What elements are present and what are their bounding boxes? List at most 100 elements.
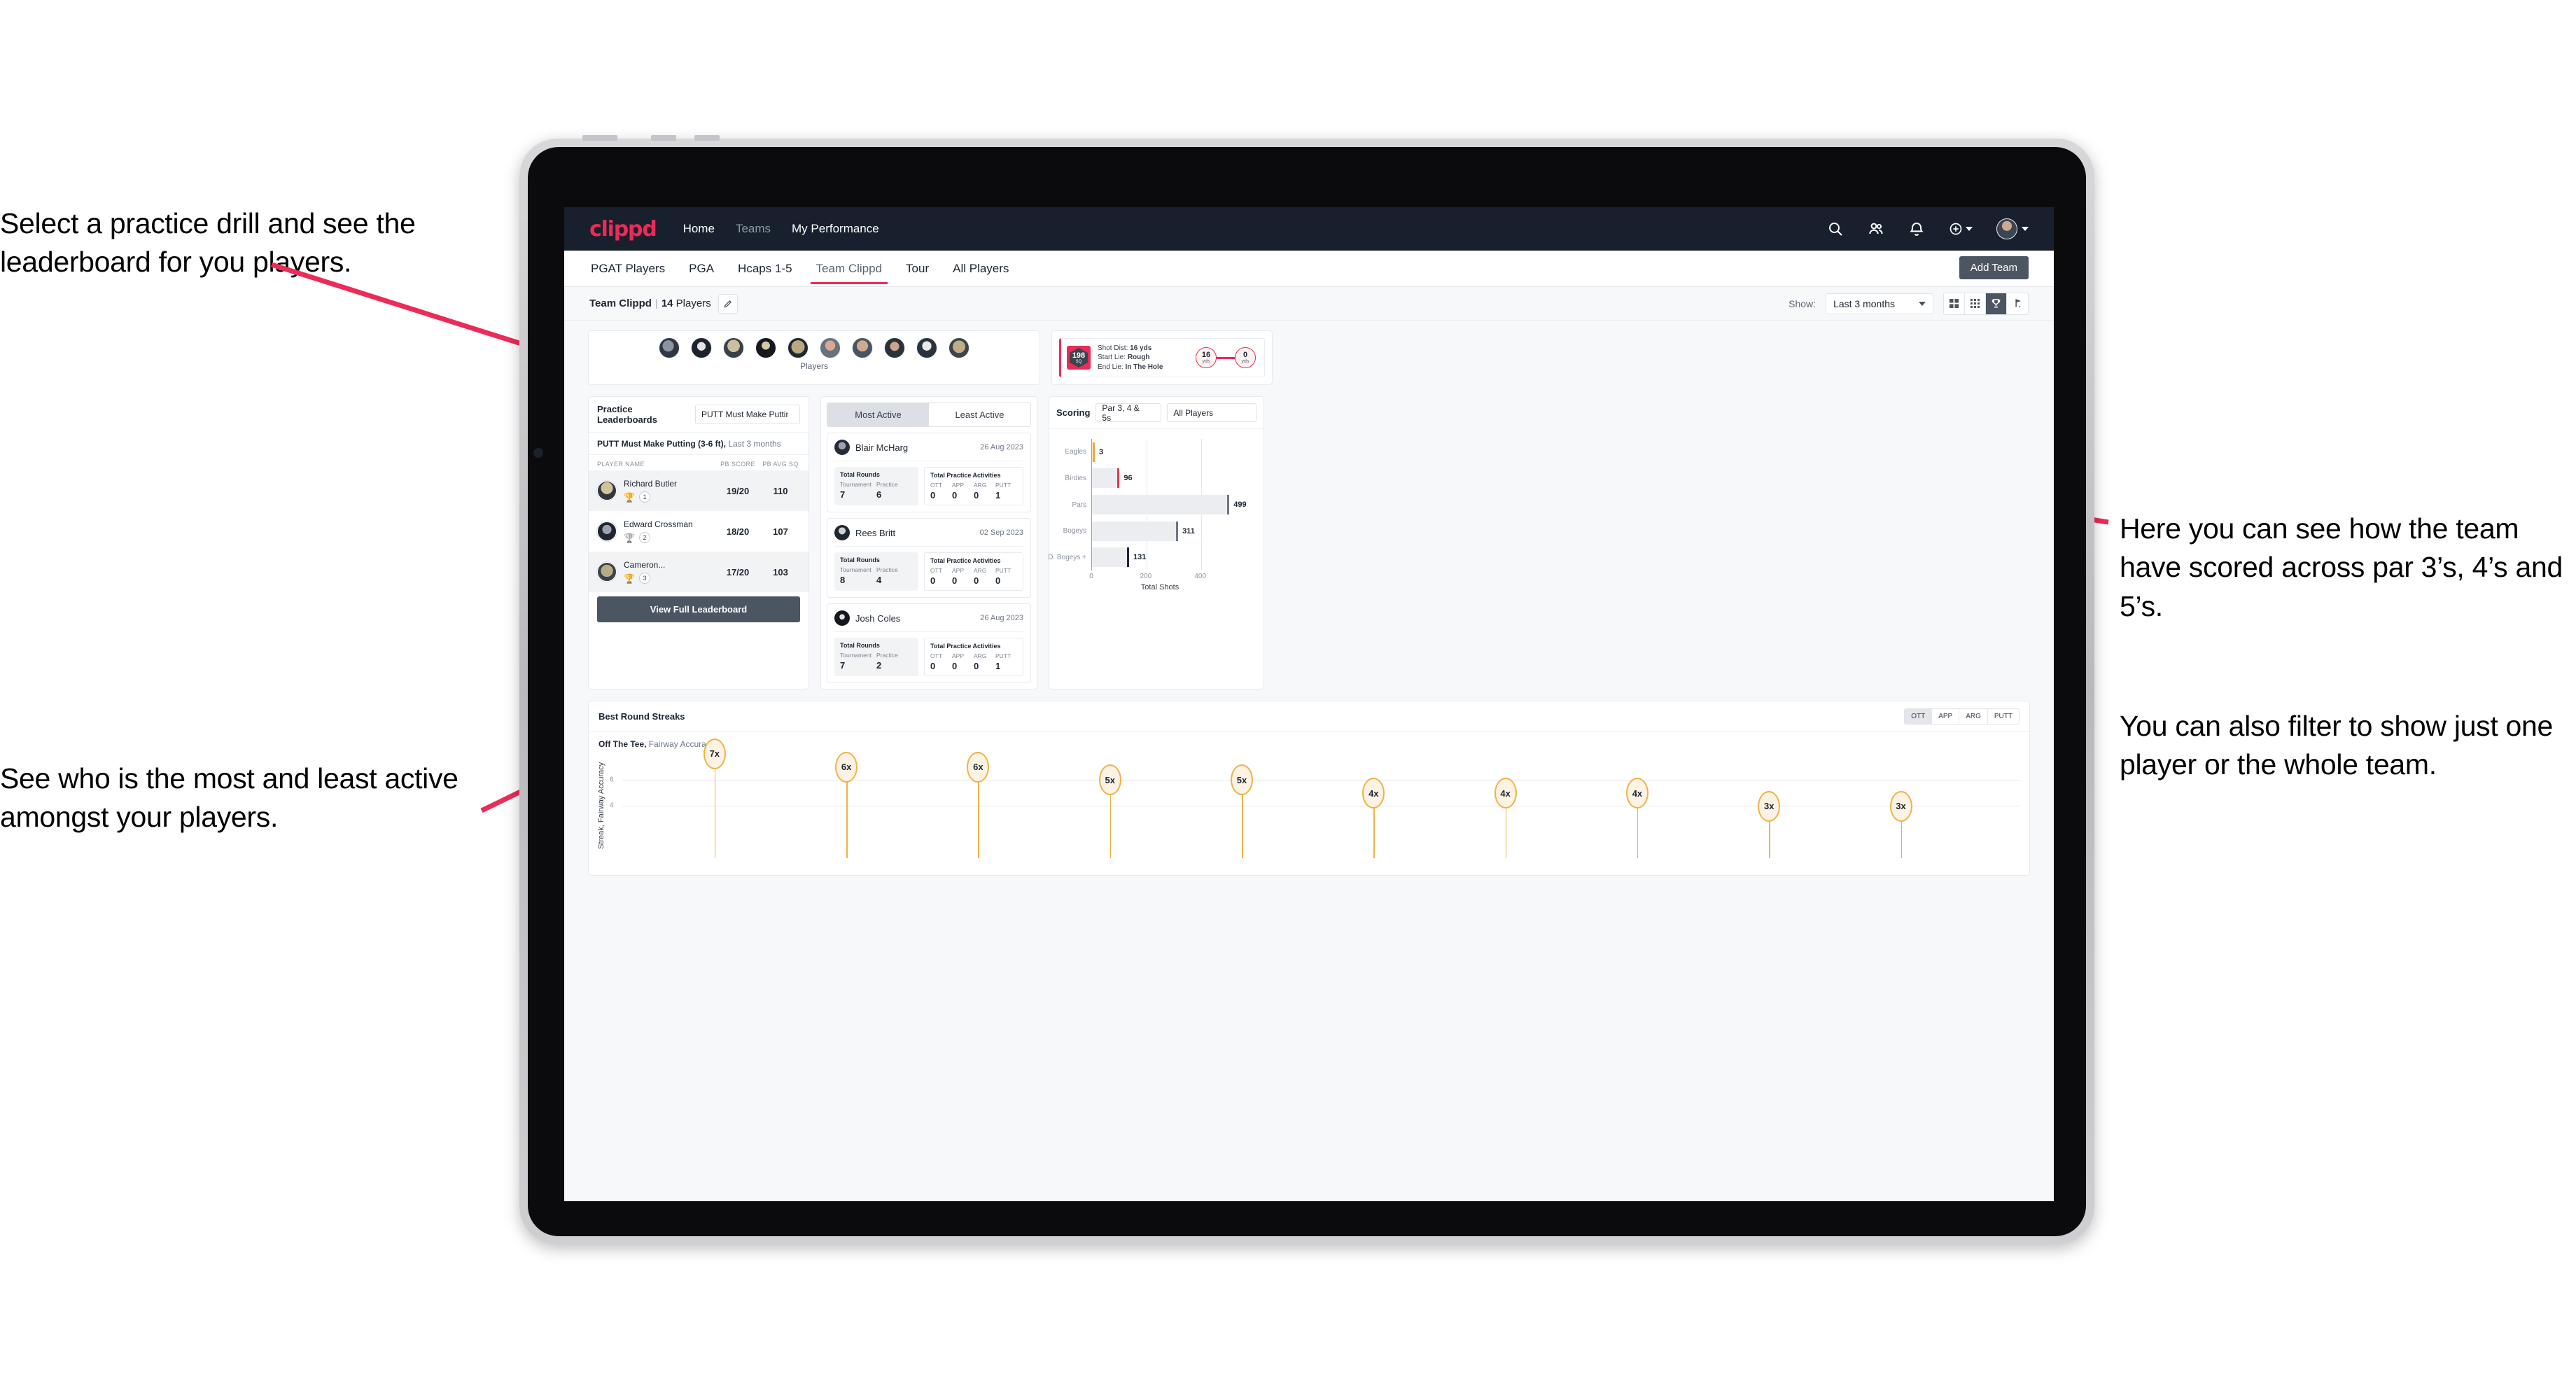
par-filter-value: Par 3, 4 & 5s — [1102, 402, 1140, 423]
player-avatar[interactable] — [884, 337, 905, 358]
edit-team-button[interactable] — [718, 293, 738, 314]
toggle-ott[interactable]: OTT — [1905, 709, 1933, 724]
drill-range: Last 3 months — [728, 439, 781, 449]
tab-hcaps-1-5[interactable]: Hcaps 1-5 — [736, 252, 793, 286]
par-filter-select[interactable]: Par 3, 4 & 5s — [1096, 402, 1162, 423]
streaks-sub-bold: Off The Tee, — [598, 739, 647, 749]
player-avatar[interactable] — [788, 337, 808, 358]
end-distance-unit: yds — [1241, 359, 1250, 364]
nav-link-teams[interactable]: Teams — [736, 222, 771, 236]
player-avatar[interactable] — [948, 337, 969, 358]
player-avatar[interactable] — [723, 337, 744, 358]
activity-card[interactable]: Josh Coles 26 Aug 2023 Total Rounds Tour… — [827, 603, 1031, 683]
view-toggle-golf-flag[interactable] — [2007, 293, 2028, 314]
view-toggle-grid-9[interactable] — [1965, 293, 1986, 314]
tab-least-active[interactable]: Least Active — [929, 403, 1030, 426]
annotation-left-top: Select a practice drill and see the lead… — [0, 207, 416, 279]
total-rounds-title: Total Rounds — [840, 471, 880, 478]
key-arg: ARG — [974, 652, 987, 659]
table-row[interactable]: Edward Crossman 🏆 2 18/20 107 — [589, 511, 808, 552]
streak-bubble[interactable]: 5x — [1098, 764, 1121, 796]
total-rounds-title: Total Rounds — [840, 556, 880, 564]
tab-pgat-players[interactable]: PGAT Players — [589, 252, 666, 286]
player-avatar[interactable] — [820, 337, 841, 358]
pb-score: 18/20 — [726, 526, 750, 537]
chevron-down-icon — [2022, 227, 2029, 231]
bar — [1092, 442, 1095, 462]
table-row[interactable]: Richard Butler 🏆 1 19/20 110 — [589, 470, 808, 511]
streak-bubble[interactable]: 3x — [1758, 790, 1781, 822]
plus-circle-icon[interactable] — [1949, 220, 1973, 237]
key-arg: ARG — [974, 567, 987, 574]
acts-values: 0 0 0 1 — [930, 490, 1017, 500]
streak-stem — [1769, 818, 1770, 858]
activity-card[interactable]: Blair McHarg 26 Aug 2023 Total Rounds To… — [827, 433, 1031, 512]
player-avatar[interactable] — [691, 337, 712, 358]
player-avatar[interactable] — [852, 337, 873, 358]
view-full-leaderboard-button[interactable]: View Full Leaderboard — [597, 596, 800, 622]
player-avatar — [834, 610, 850, 626]
total-rounds-box: Total Rounds Tournament Practice 7 2 — [834, 638, 918, 676]
drill-select[interactable]: PUTT Must Make Putting ... — [695, 405, 800, 424]
streak-bubble[interactable]: 3x — [1889, 790, 1912, 822]
key-ott: OTT — [930, 482, 942, 489]
user-menu[interactable] — [1996, 218, 2029, 239]
toggle-arg[interactable]: ARG — [1959, 709, 1988, 724]
date-range-select[interactable]: Last 3 months — [1826, 293, 1933, 314]
nav-link-home[interactable]: Home — [683, 222, 715, 236]
people-icon[interactable] — [1868, 220, 1884, 237]
streak-stem — [714, 766, 716, 858]
tab-pga[interactable]: PGA — [687, 252, 715, 286]
streak-bubble[interactable]: 4x — [1625, 778, 1648, 808]
clippd-logo[interactable]: clippd — [589, 217, 657, 241]
end-distance-value: 0 — [1242, 351, 1248, 359]
distance-visual: 16 yds 0 yds — [1196, 347, 1259, 368]
player-avatar — [834, 440, 850, 455]
streak-bubble[interactable]: 5x — [1231, 764, 1254, 796]
x-tick: 200 — [1140, 573, 1152, 580]
avatar — [1996, 218, 2017, 239]
activity-card-body: Total Rounds Tournament Practice 8 4 Tot… — [834, 552, 1023, 591]
rounds-values: 8 4 — [840, 575, 913, 585]
table-row[interactable]: Cameron... 🏆 3 17/20 103 — [589, 552, 808, 592]
rank-badge: 2 — [639, 532, 651, 543]
player-avatar[interactable] — [755, 337, 776, 358]
streak-bubble[interactable]: 6x — [967, 751, 990, 783]
acts-keys: OTT APP ARG PUTT — [930, 482, 1017, 489]
view-toggle-trophy[interactable] — [1986, 293, 2007, 314]
streak-stem — [1505, 806, 1507, 858]
hexagon-icon: 198 SQ — [1070, 348, 1088, 368]
top-row: Players 198 SQ Shot Dist: 16 yds Start L… — [588, 330, 2030, 385]
add-team-button[interactable]: Add Team — [1959, 256, 2029, 279]
toggle-app[interactable]: APP — [1932, 709, 1960, 724]
nav-link-my-performance[interactable]: My Performance — [792, 222, 879, 236]
player-avatar[interactable] — [659, 337, 680, 358]
streak-bubble[interactable]: 4x — [1494, 778, 1517, 808]
value-ott: 0 — [930, 661, 936, 671]
streak-bubble[interactable]: 7x — [703, 738, 726, 769]
trophy-icon — [1991, 299, 2001, 308]
chevron-down-icon — [1966, 227, 1973, 231]
bar-category-label: D. Bogeys + — [1048, 553, 1086, 561]
bell-icon[interactable] — [1908, 220, 1925, 237]
tab-most-active[interactable]: Most Active — [827, 403, 929, 426]
key-ott: OTT — [930, 567, 942, 574]
player-avatar[interactable] — [916, 337, 937, 358]
shot-card[interactable]: 198 SQ Shot Dist: 16 yds Start Lie: Roug… — [1059, 338, 1265, 377]
search-icon[interactable] — [1827, 220, 1844, 237]
tab-team-clippd[interactable]: Team Clippd — [810, 252, 888, 286]
player-name: Rees Britt — [855, 527, 896, 538]
activity-card[interactable]: Rees Britt 02 Sep 2023 Total Rounds Tour… — [827, 518, 1031, 598]
toggle-putt[interactable]: PUTT — [1988, 709, 2019, 724]
practice-activities-box: Total Practice Activities OTT APP ARG PU… — [924, 552, 1023, 591]
streak-stem — [978, 779, 979, 858]
bar-cap — [1117, 468, 1120, 489]
streak-bubble[interactable]: 6x — [835, 751, 858, 783]
player-filter-select[interactable]: All Players — [1167, 403, 1256, 422]
sq-unit: SQ — [1075, 359, 1082, 364]
streak-bubble[interactable]: 4x — [1362, 778, 1385, 808]
value-app: 0 — [952, 575, 958, 586]
tab-tour[interactable]: Tour — [904, 252, 930, 286]
tab-all-players[interactable]: All Players — [951, 252, 1010, 286]
view-toggle-grid-4[interactable] — [1944, 293, 1965, 314]
